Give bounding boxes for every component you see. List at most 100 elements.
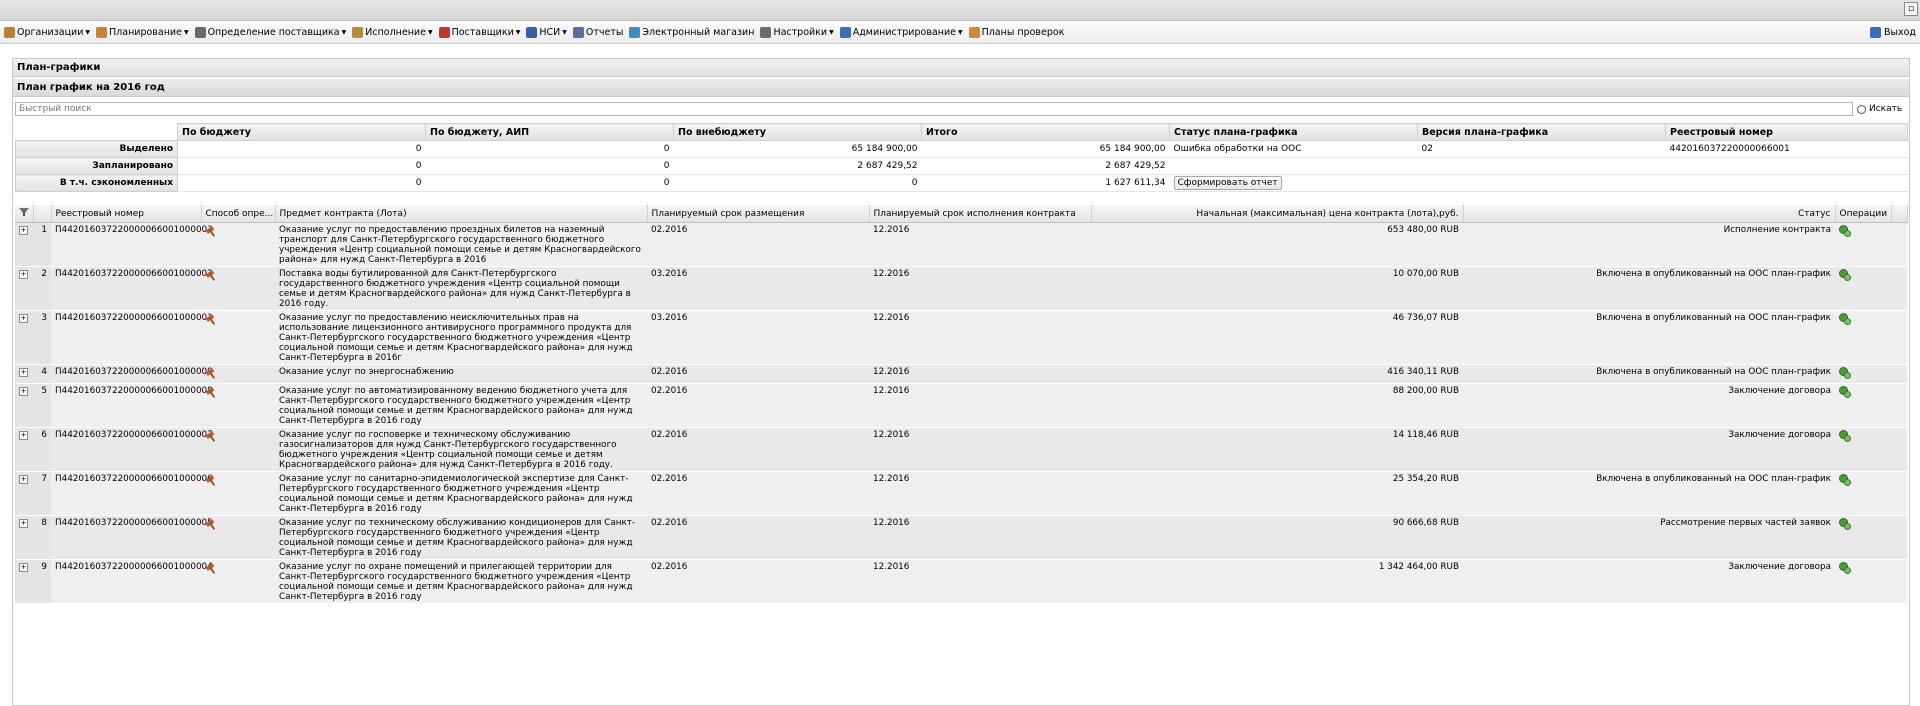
grid-header-4[interactable]: Планируемый срок исполнения контракта [869,205,1092,223]
operations-gear-icon[interactable] [1839,474,1851,486]
exit-label: Выход [1883,26,1916,38]
grid-header-7[interactable]: Операции [1835,205,1892,223]
registry-number: П442016037220000066001000006 [51,471,213,516]
summary-header-6: Реестровый номер [1665,123,1908,141]
operations-gear-icon[interactable] [1839,269,1851,281]
expand-icon[interactable]: + [19,314,28,323]
row-spacer [1891,310,1907,365]
table-row[interactable]: +4 П442016037220000066001000009 Оказание у… [15,364,1907,384]
expand-icon[interactable]: + [19,519,28,528]
expand-cell[interactable]: + [15,266,33,311]
table-row[interactable]: +3 П442016037220000066001000001 Оказание у… [15,310,1907,365]
operations-gear-icon[interactable] [1839,562,1851,574]
main-menu: Организации ▼ Планирование ▼ Определение пос… [4,21,1070,43]
expand-icon[interactable]: + [19,563,28,572]
filter-column-header[interactable] [15,205,34,223]
operations-cell[interactable] [1835,310,1891,365]
position-status: Заключение договора [1463,427,1835,472]
expand-icon[interactable]: + [19,387,28,396]
table-row[interactable]: +2 П442016037220000066001000002 Поставка в… [15,266,1907,311]
operations-cell[interactable] [1835,222,1891,267]
restore-window-button[interactable]: ▫ [1904,2,1918,16]
operations-gear-icon[interactable] [1839,386,1851,398]
grid-header-6[interactable]: Статус [1463,205,1836,223]
operations-cell[interactable] [1835,427,1891,472]
menu-item-8[interactable]: Настройки ▼ [760,26,834,38]
menu-item-label: Отчеты [585,26,624,38]
plan-positions-grid: Реестровый номер Способ опре... Предмет ко… [15,205,1908,604]
menu-item-0[interactable]: Организации ▼ [4,26,90,38]
auction-hammer-icon [205,367,217,379]
expand-icon[interactable]: + [19,475,28,484]
expand-cell[interactable]: + [15,427,33,472]
expand-cell[interactable]: + [15,222,33,267]
generate-report-button[interactable]: Сформировать отчет [1173,176,1282,190]
operations-cell[interactable] [1835,471,1891,516]
expand-icon[interactable]: + [19,368,28,377]
quick-search-input[interactable] [15,102,1853,116]
table-row[interactable]: +8 П442016037220000066001000005 Оказание у… [15,515,1907,560]
panel-title: План-графики [13,59,1909,77]
expand-icon[interactable]: + [19,270,28,279]
operations-gear-icon[interactable] [1839,313,1851,325]
plan-version: 02 [1417,140,1666,158]
position-status: Включена в опубликованный на ООС план-гр… [1463,364,1835,384]
registry-number: П442016037220000066001000008 [51,383,213,428]
menu-item-label: Организации [17,26,84,38]
expand-cell[interactable]: + [15,310,33,365]
exit-button[interactable]: Выход [1869,21,1916,43]
grid-header-1[interactable]: Способ опре... [201,205,276,223]
grid-header-3[interactable]: Планируемый срок размещения [647,205,870,223]
table-row[interactable]: +9 П442016037220000066001000004 Оказание у… [15,559,1907,604]
menu-item-6[interactable]: Отчеты [572,26,624,38]
operations-gear-icon[interactable] [1839,518,1851,530]
expand-cell[interactable]: + [15,559,33,604]
operations-gear-icon[interactable] [1839,225,1851,237]
menu-item-5[interactable]: НСИ ▼ [526,26,567,38]
expand-cell[interactable]: + [15,471,33,516]
table-row[interactable]: +5 П442016037220000066001000008 Оказание у… [15,383,1907,428]
operations-cell[interactable] [1835,383,1891,428]
supplier-definition-icon [194,26,206,38]
row-spacer [1891,559,1907,604]
table-row[interactable]: +6 П442016037220000066001000007 Оказание у… [15,427,1907,472]
placement-date: 02.2016 [647,383,869,428]
execution-date: 12.2016 [869,383,1091,428]
registry-number: П442016037220000066001000007 [51,427,213,472]
execution-date: 12.2016 [869,515,1091,560]
operations-cell[interactable] [1835,559,1891,604]
menu-item-7[interactable]: Электронный магазин [629,26,754,38]
summary-row-label: Запланировано [15,157,178,175]
method-cell [201,383,275,428]
menu-item-1[interactable]: Планирование ▼ [96,26,189,38]
expand-cell[interactable]: + [15,383,33,428]
grid-header-0[interactable]: Реестровый номер [51,205,202,223]
table-row[interactable]: +1 П442016037220000066001000003 Оказание у… [15,222,1907,267]
exit-icon [1869,26,1881,38]
position-status: Заключение договора [1463,559,1835,604]
operations-cell[interactable] [1835,364,1891,384]
menu-item-2[interactable]: Определение поставщика ▼ [194,26,346,38]
grid-header-5[interactable]: Начальная (максимальная) цена контракта … [1091,205,1464,223]
expand-icon[interactable]: + [19,431,28,440]
operations-gear-icon[interactable] [1839,430,1851,442]
grid-header-2[interactable]: Предмет контракта (Лота) [275,205,648,223]
menu-item-10[interactable]: Планы проверок [968,26,1064,38]
operations-cell[interactable] [1835,515,1891,560]
menu-item-9[interactable]: Администрирование ▼ [839,26,963,38]
search-icon [1857,105,1866,114]
auction-hammer-icon [205,269,217,281]
search-button[interactable]: Искать [1857,101,1907,118]
plan-registry-number: 442016037220000066001 [1665,140,1908,158]
summary-header-2: По внебюджету [673,123,922,141]
table-row[interactable]: +7 П442016037220000066001000006 Оказание у… [15,471,1907,516]
menu-item-4[interactable]: Поставщики ▼ [438,26,520,38]
initial-price: 14 118,46 RUB [1091,427,1463,472]
menu-item-3[interactable]: Исполнение ▼ [352,26,433,38]
execution-date: 12.2016 [869,310,1091,365]
expand-cell[interactable]: + [15,515,33,560]
expand-cell[interactable]: + [15,364,33,384]
operations-cell[interactable] [1835,266,1891,311]
operations-gear-icon[interactable] [1839,367,1851,379]
expand-icon[interactable]: + [19,226,28,235]
